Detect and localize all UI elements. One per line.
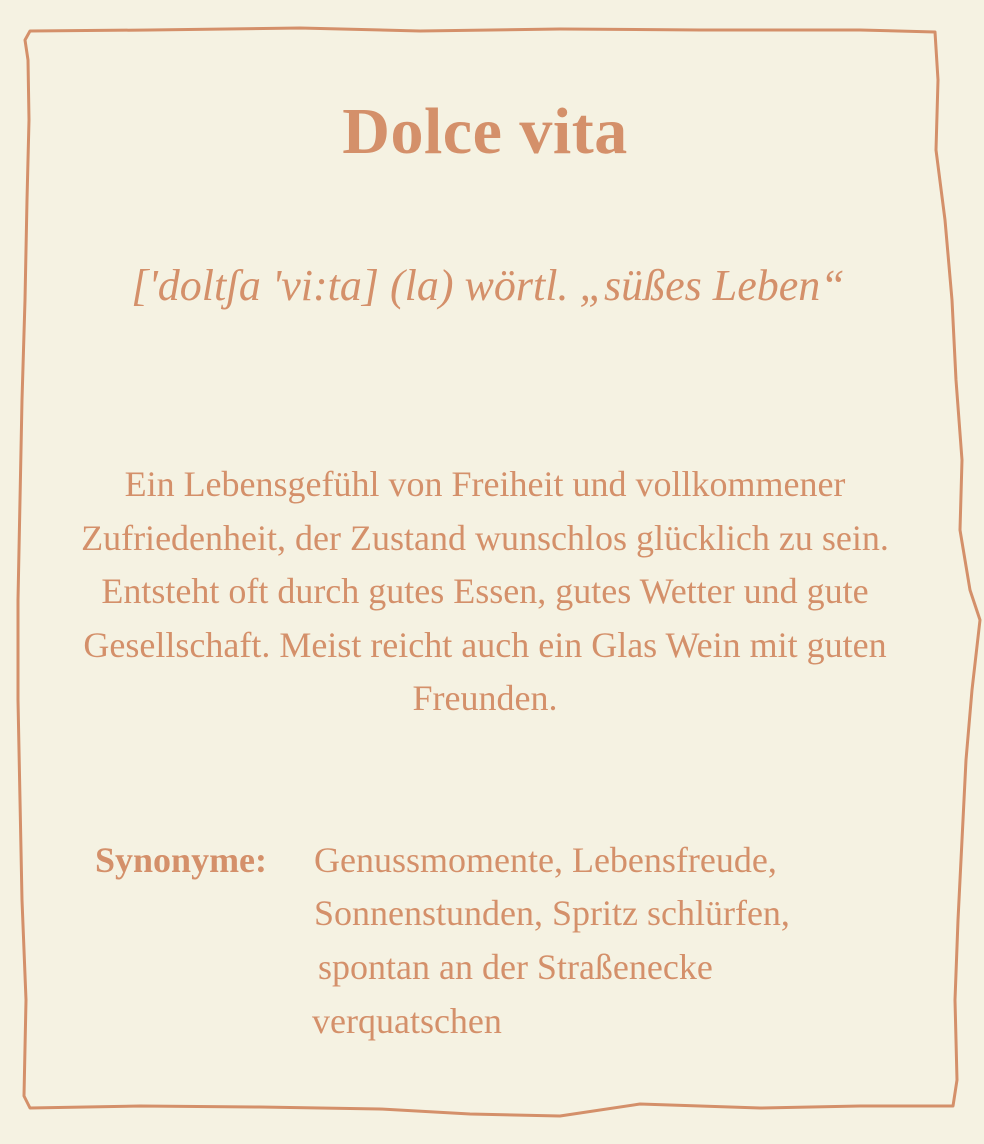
synonym-line: spontan an der Straßenecke: [318, 947, 713, 987]
page-title: Dolce vita: [342, 95, 628, 168]
synonym-line: Genussmomente, Lebensfreude,: [314, 840, 777, 880]
synonyms-label: Synonyme:: [95, 840, 268, 880]
synonym-line: verquatschen: [312, 1001, 502, 1041]
pronunciation-line: ['doltʃa 'vi:ta] (la) wörtl. „süßes Lebe…: [131, 261, 845, 310]
synonym-line: Sonnenstunden, Spritz schlürfen,: [314, 893, 790, 933]
definition-text: Ein Lebensgefühl von Freiheit und vollko…: [81, 464, 889, 719]
